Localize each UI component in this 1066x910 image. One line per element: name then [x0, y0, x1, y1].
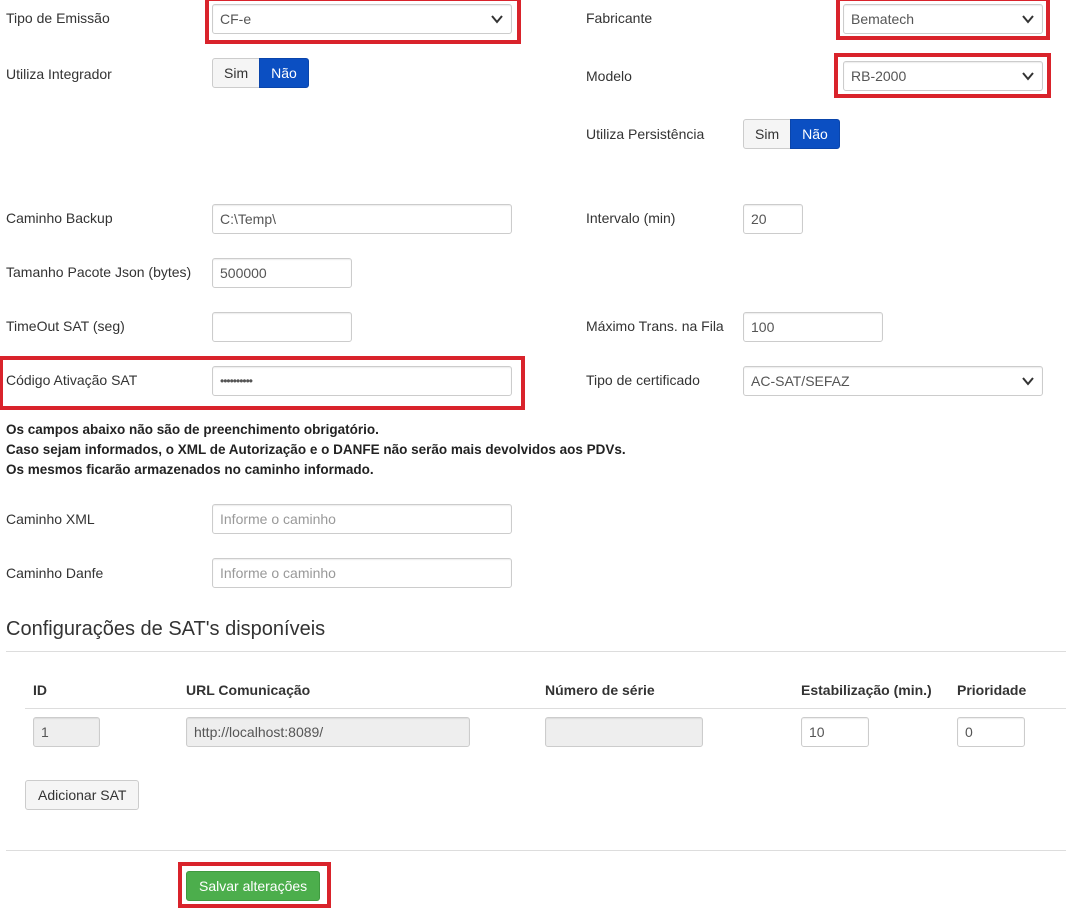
maximo-trans-label: Máximo Trans. na Fila [586, 318, 724, 334]
sat-estabilizacao-input[interactable]: 10 [801, 717, 869, 747]
column-header-id: ID [33, 682, 47, 698]
utiliza-integrador-toggle[interactable]: Sim Não [212, 58, 309, 88]
column-header-numero-serie: Número de série [545, 682, 655, 698]
sat-prioridade-input[interactable]: 0 [957, 717, 1025, 747]
intervalo-input[interactable]: 20 [743, 204, 803, 234]
tipo-emissao-label: Tipo de Emissão [6, 10, 110, 26]
caminho-backup-input[interactable]: C:\Temp\ [212, 204, 512, 234]
highlight-salvar [178, 862, 331, 908]
tamanho-pacote-label: Tamanho Pacote Json (bytes) [6, 264, 192, 280]
note-line-2: Caso sejam informados, o XML de Autoriza… [6, 442, 626, 457]
adicionar-sat-button[interactable]: Adicionar SAT [25, 780, 140, 810]
highlight-modelo [834, 53, 1051, 98]
utiliza-integrador-nao-button[interactable]: Não [259, 58, 309, 88]
utiliza-integrador-label: Utiliza Integrador [6, 66, 112, 82]
highlight-fabricante [836, 0, 1050, 40]
column-header-prioridade: Prioridade [957, 682, 1027, 698]
highlight-codigo-ativacao [0, 356, 525, 410]
caminho-danfe-label: Caminho Danfe [6, 565, 104, 581]
caminho-backup-label: Caminho Backup [6, 210, 113, 226]
chevron-down-icon [1022, 377, 1034, 386]
maximo-trans-input[interactable]: 100 [743, 312, 883, 342]
timeout-sat-label: TimeOut SAT (seg) [6, 318, 125, 334]
utiliza-persistencia-toggle[interactable]: Sim Não [743, 119, 840, 149]
caminho-xml-input[interactable]: Informe o caminho [212, 504, 512, 534]
footer-divider [6, 850, 1066, 851]
section-divider [6, 651, 1066, 652]
tipo-certificado-select[interactable]: AC-SAT/SEFAZ [743, 366, 1043, 396]
sat-numero-serie-input [545, 717, 703, 747]
modelo-label: Modelo [586, 68, 632, 84]
column-header-estabilizacao: Estabilização (min.) [801, 682, 932, 698]
utiliza-persistencia-nao-button[interactable]: Não [790, 119, 840, 149]
sat-section-title: Configurações de SAT's disponíveis [6, 618, 326, 640]
intervalo-label: Intervalo (min) [586, 210, 676, 226]
utiliza-integrador-sim-button[interactable]: Sim [212, 58, 261, 88]
highlight-tipo-emissao [205, 0, 521, 44]
fabricante-label: Fabricante [586, 10, 653, 26]
sat-id-input: 1 [33, 717, 100, 747]
tamanho-pacote-input[interactable]: 500000 [212, 258, 352, 288]
caminho-danfe-input[interactable]: Informe o caminho [212, 558, 512, 588]
note-line-1: Os campos abaixo não são de preenchiment… [6, 422, 379, 437]
tipo-certificado-value: AC-SAT/SEFAZ [751, 373, 850, 389]
caminho-xml-label: Caminho XML [6, 511, 95, 527]
tipo-certificado-label: Tipo de certificado [586, 372, 700, 388]
utiliza-persistencia-label: Utiliza Persistência [586, 126, 705, 142]
table-header-divider [25, 708, 1066, 709]
note-line-3: Os mesmos ficarão armazenados no caminho… [6, 462, 374, 477]
sat-url-input: http://localhost:8089/ [186, 717, 470, 747]
column-header-url: URL Comunicação [186, 682, 311, 698]
timeout-sat-input[interactable] [212, 312, 352, 342]
utiliza-persistencia-sim-button[interactable]: Sim [743, 119, 792, 149]
